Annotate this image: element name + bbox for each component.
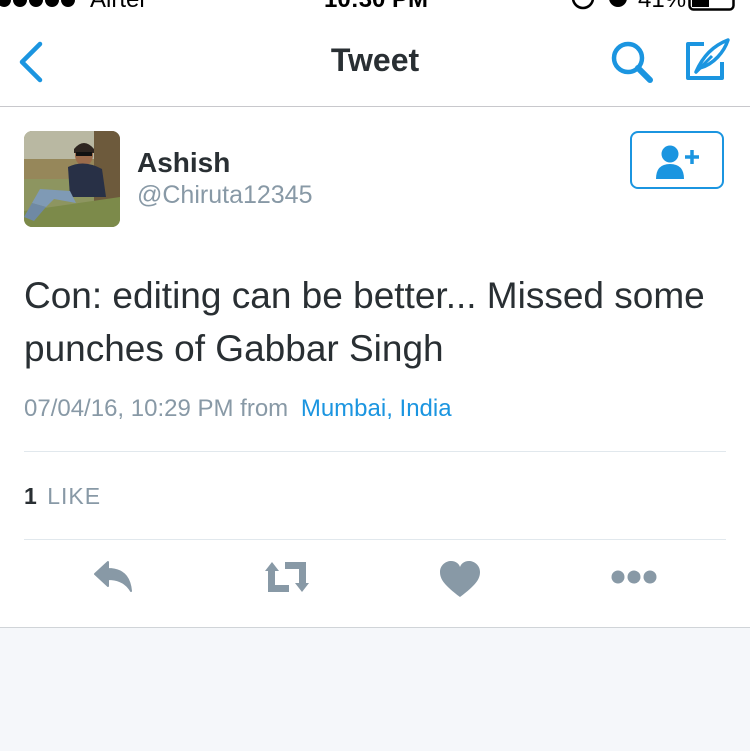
tweet-location-link[interactable]: Mumbai, India: [301, 395, 452, 422]
author-display-name[interactable]: Ashish: [137, 147, 230, 179]
tweet-timestamp: 07/04/16, 10:29 PM from: [24, 395, 289, 422]
tweet-detail-card: Ashish @Chiruta12345 Con: editing can be…: [0, 107, 750, 628]
search-icon: [611, 41, 653, 83]
divider: [24, 451, 726, 452]
search-button[interactable]: [608, 38, 656, 86]
add-user-icon: [656, 145, 699, 179]
status-bar: Airtel 10:30 PM 41%: [0, 0, 750, 12]
tweet-text: Con: editing can be better... Missed som…: [24, 275, 705, 369]
navigation-bar: Tweet: [0, 12, 750, 107]
empty-background-area: [0, 628, 750, 751]
more-options-button[interactable]: [608, 559, 660, 603]
battery-percentage: 41%: [638, 0, 686, 12]
likes-summary[interactable]: 1 LIKE: [24, 483, 101, 510]
follow-button[interactable]: [630, 131, 724, 189]
compose-tweet-button[interactable]: [682, 36, 732, 86]
avatar[interactable]: [24, 131, 120, 227]
wifi-icon: [166, 0, 182, 8]
compose-tweet-icon: [686, 38, 730, 80]
tweet-meta: 07/04/16, 10:29 PM from Mumbai, India: [24, 395, 452, 423]
retweet-icon: [265, 562, 309, 592]
profile-photo-image: [24, 131, 120, 227]
status-time: 10:30 PM: [324, 0, 428, 12]
retweet-button[interactable]: [259, 559, 315, 603]
like-button[interactable]: [436, 559, 484, 603]
alarm-icon: [609, 0, 627, 7]
like-heart-icon: [440, 561, 480, 597]
reply-button[interactable]: [89, 559, 137, 603]
battery-icon: [688, 0, 735, 11]
likes-count: 1: [24, 483, 37, 509]
signal-strength-icon: [0, 0, 75, 7]
rotation-lock-icon: [571, 0, 595, 10]
more-options-icon: [611, 570, 657, 584]
author-handle[interactable]: @Chiruta12345: [137, 181, 313, 210]
divider: [24, 539, 726, 540]
reply-icon: [94, 561, 132, 592]
likes-label: LIKE: [47, 483, 102, 509]
carrier-name: Airtel: [90, 0, 145, 12]
